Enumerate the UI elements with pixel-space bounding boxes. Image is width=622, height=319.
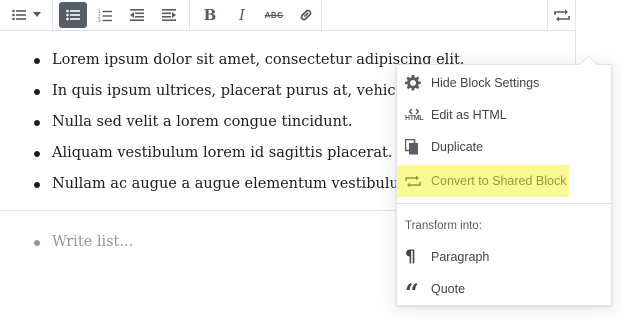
list-placeholder[interactable]: Write list... — [0, 227, 133, 258]
list-format-group: 123 — [53, 0, 190, 30]
new-list-block: Write list... — [0, 227, 133, 258]
block-toolbar: 123 B I ABC — [0, 0, 322, 31]
bulleted-list: Lorem ipsum dolor sit amet, consectetur … — [0, 45, 464, 200]
text-format-group: B I ABC — [190, 0, 326, 30]
transform-section-label: Transform into: — [405, 220, 482, 232]
block-switcher-group — [0, 0, 53, 30]
menu-item-label: Duplicate — [431, 140, 484, 154]
shared-block-icon — [405, 175, 427, 188]
list-item[interactable]: In quis ipsum ultrices, placerat purus a… — [0, 76, 464, 107]
paragraph-icon: ¶ — [405, 247, 416, 267]
menu-item-label: Quote — [431, 282, 466, 296]
bulleted-list-button[interactable] — [59, 2, 87, 28]
hide-block-settings-item[interactable]: Hide Block Settings — [401, 67, 607, 99]
menu-item-label: Edit as HTML — [431, 108, 507, 122]
link-button[interactable] — [292, 2, 320, 28]
bulleted-list-icon — [66, 9, 80, 21]
italic-icon: I — [239, 6, 245, 24]
menu-divider — [397, 203, 611, 204]
block-switcher-button[interactable] — [6, 2, 46, 28]
list-icon — [12, 9, 26, 21]
list-item[interactable]: Nullam ac augue a augue elementum vestib… — [0, 169, 464, 200]
bold-icon: B — [203, 6, 217, 24]
gear-icon — [405, 75, 427, 91]
italic-button[interactable]: I — [228, 2, 256, 28]
bold-button[interactable]: B — [196, 2, 224, 28]
strikethrough-icon: ABC — [264, 10, 284, 20]
numbered-list-button[interactable]: 123 — [91, 2, 119, 28]
indent-icon — [162, 9, 176, 21]
shared-block-icon — [553, 9, 570, 21]
menu-item-label: Convert to Shared Block — [431, 174, 567, 188]
list-item[interactable]: Lorem ipsum dolor sit amet, consectetur … — [0, 45, 464, 76]
strikethrough-button[interactable]: ABC — [260, 2, 288, 28]
numbered-list-icon: 123 — [98, 9, 112, 22]
quote-icon: “ — [405, 278, 419, 307]
chevron-down-icon — [33, 12, 41, 17]
duplicate-item[interactable]: Duplicate — [401, 131, 607, 163]
transform-quote-item[interactable]: “ Quote — [401, 273, 607, 305]
transform-paragraph-item[interactable]: ¶ Paragraph — [401, 241, 607, 273]
block-settings-menu: Hide Block Settings HTML Edit as HTML Du… — [396, 64, 612, 306]
menu-item-label: Paragraph — [431, 250, 490, 264]
block-settings-toggle[interactable] — [547, 0, 576, 31]
outdent-icon — [130, 9, 144, 21]
html-icon: HTML — [405, 108, 427, 122]
list-item[interactable]: Nulla sed velit a lorem congue tincidunt… — [0, 107, 464, 138]
list-item[interactable]: Aliquam vestibulum lorem id sagittis pla… — [0, 138, 464, 169]
menu-item-label: Hide Block Settings — [431, 76, 540, 90]
edit-as-html-item[interactable]: HTML Edit as HTML — [401, 99, 607, 131]
svg-text:3: 3 — [98, 18, 101, 22]
convert-to-shared-block-item[interactable]: Convert to Shared Block — [397, 165, 569, 197]
outdent-button[interactable] — [123, 2, 151, 28]
indent-button[interactable] — [155, 2, 183, 28]
duplicate-icon — [405, 139, 427, 155]
link-icon — [300, 9, 312, 21]
